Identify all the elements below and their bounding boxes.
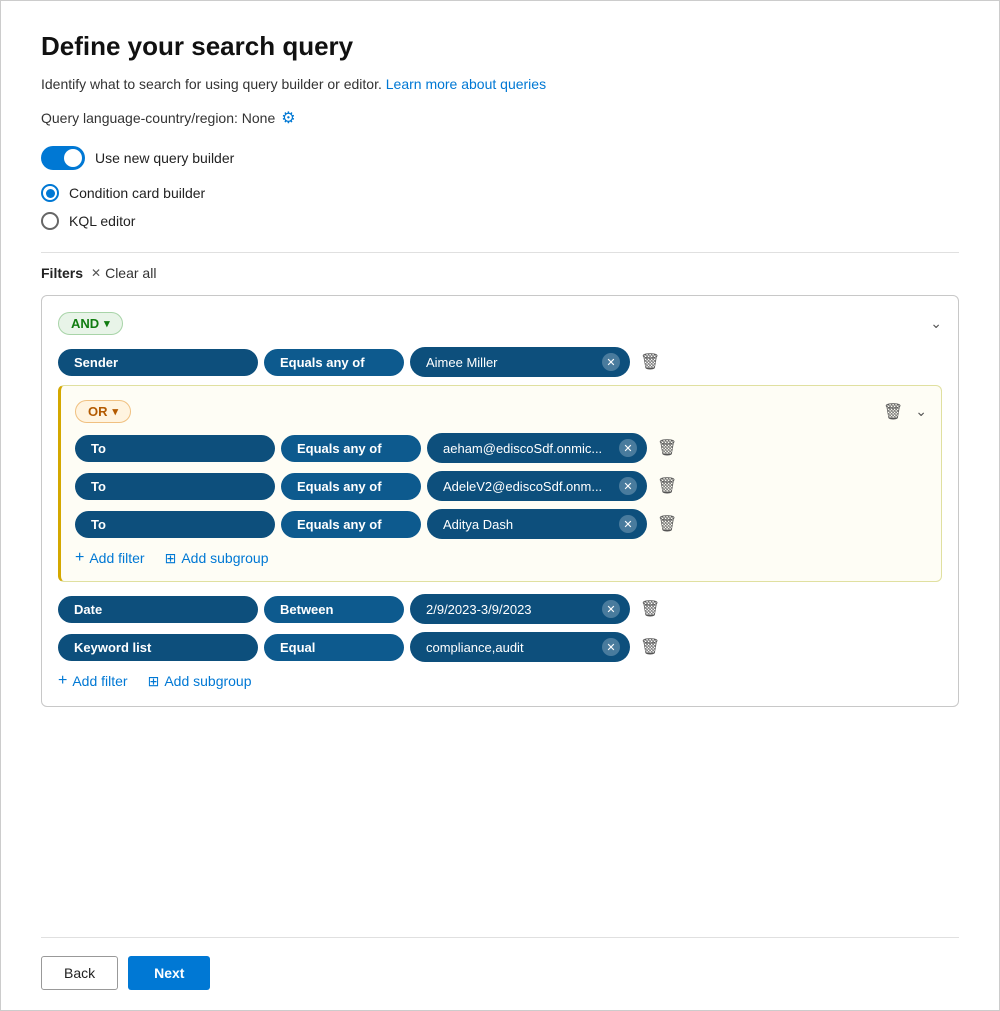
keyword-value-text: compliance,audit xyxy=(426,640,596,655)
root-add-filter-icon: + xyxy=(58,672,67,690)
and-chevron-icon: ▾ xyxy=(104,317,110,330)
to-operator-chip-3[interactable]: Equals any of xyxy=(281,511,421,538)
to-value-clear-btn-2[interactable]: ✕ xyxy=(619,477,637,495)
new-query-builder-toggle[interactable] xyxy=(41,146,85,170)
keyword-operator-chip[interactable]: Equal xyxy=(264,634,404,661)
and-collapse-icon[interactable]: ⌄ xyxy=(930,315,942,332)
clear-all-x-icon: ✕ xyxy=(91,266,101,280)
date-delete-btn[interactable]: 🗑 xyxy=(636,599,664,619)
or-subgroup-card: OR ▾ 🗑 ⌄ To Equals any of aeham@ediscoSd… xyxy=(58,385,942,582)
root-add-filter-btn[interactable]: + Add filter xyxy=(58,672,128,690)
date-filter-row: Date Between 2/9/2023-3/9/2023 ✕ 🗑 xyxy=(58,594,942,624)
to-filter-row-2: To Equals any of AdeleV2@ediscoSdf.onm..… xyxy=(75,471,927,501)
to-delete-btn-2[interactable]: 🗑 xyxy=(653,476,681,496)
radio-kql-editor-label: KQL editor xyxy=(69,213,135,229)
learn-more-link[interactable]: Learn more about queries xyxy=(386,76,546,92)
subgroup-controls: 🗑 ⌄ xyxy=(879,402,927,422)
to-field-chip-1[interactable]: To xyxy=(75,435,275,462)
and-logic-badge[interactable]: AND ▾ xyxy=(58,312,123,335)
page-description: Identify what to search for using query … xyxy=(41,76,959,92)
sender-filter-row: Sender Equals any of Aimee Miller ✕ 🗑 xyxy=(58,347,942,377)
radio-condition-card-btn[interactable] xyxy=(41,184,59,202)
root-add-subgroup-btn[interactable]: ⊞ Add subgroup xyxy=(148,673,252,690)
root-add-row: + Add filter ⊞ Add subgroup xyxy=(58,672,942,690)
to-filter-row-3: To Equals any of Aditya Dash ✕ 🗑 xyxy=(75,509,927,539)
query-builder-card: AND ▾ ⌄ Sender Equals any of Aimee Mille… xyxy=(41,295,959,707)
keyword-filter-row: Keyword list Equal compliance,audit ✕ 🗑 xyxy=(58,632,942,662)
sender-value-clear-btn[interactable]: ✕ xyxy=(602,353,620,371)
date-value-clear-btn[interactable]: ✕ xyxy=(602,600,620,618)
to-value-chip-3[interactable]: Aditya Dash ✕ xyxy=(427,509,647,539)
date-value-chip[interactable]: 2/9/2023-3/9/2023 ✕ xyxy=(410,594,630,624)
radio-condition-card-label: Condition card builder xyxy=(69,185,205,201)
subgroup-add-row: + Add filter ⊞ Add subgroup xyxy=(75,549,927,567)
subgroup-add-filter-icon: + xyxy=(75,549,84,567)
keyword-value-chip[interactable]: compliance,audit ✕ xyxy=(410,632,630,662)
to-delete-btn-1[interactable]: 🗑 xyxy=(653,438,681,458)
language-icon[interactable]: ⚙ xyxy=(281,108,295,128)
to-field-chip-2[interactable]: To xyxy=(75,473,275,500)
root-add-subgroup-icon: ⊞ xyxy=(148,673,160,690)
keyword-delete-btn[interactable]: 🗑 xyxy=(636,637,664,657)
to-value-chip-1[interactable]: aeham@ediscoSdf.onmic... ✕ xyxy=(427,433,647,463)
to-operator-chip-1[interactable]: Equals any of xyxy=(281,435,421,462)
subgroup-add-subgroup-icon: ⊞ xyxy=(165,550,177,567)
filters-row: Filters ✕ Clear all xyxy=(41,265,959,281)
back-button[interactable]: Back xyxy=(41,956,118,990)
subgroup-add-filter-btn[interactable]: + Add filter xyxy=(75,549,145,567)
date-operator-chip[interactable]: Between xyxy=(264,596,404,623)
subgroup-delete-btn[interactable]: 🗑 xyxy=(879,402,907,422)
toggle-row: Use new query builder xyxy=(41,146,959,170)
and-header: AND ▾ ⌄ xyxy=(58,312,942,335)
sender-value-text: Aimee Miller xyxy=(426,355,596,370)
sender-value-chip[interactable]: Aimee Miller ✕ xyxy=(410,347,630,377)
sender-delete-btn[interactable]: 🗑 xyxy=(636,352,664,372)
or-chevron-icon: ▾ xyxy=(113,405,119,418)
page-title: Define your search query xyxy=(41,31,959,62)
toggle-label: Use new query builder xyxy=(95,150,234,166)
sender-operator-chip[interactable]: Equals any of xyxy=(264,349,404,376)
subgroup-add-subgroup-btn[interactable]: ⊞ Add subgroup xyxy=(165,550,269,567)
query-language-row: Query language-country/region: None ⚙ xyxy=(41,108,959,128)
date-field-chip[interactable]: Date xyxy=(58,596,258,623)
sender-field-chip[interactable]: Sender xyxy=(58,349,258,376)
to-value-clear-btn-3[interactable]: ✕ xyxy=(619,515,637,533)
or-subgroup-header: OR ▾ 🗑 ⌄ xyxy=(75,400,927,423)
next-button[interactable]: Next xyxy=(128,956,210,990)
clear-all-button[interactable]: ✕ Clear all xyxy=(91,265,156,281)
to-delete-btn-3[interactable]: 🗑 xyxy=(653,514,681,534)
to-value-text-2: AdeleV2@ediscoSdf.onm... xyxy=(443,479,613,494)
or-logic-badge[interactable]: OR ▾ xyxy=(75,400,131,423)
to-value-text-3: Aditya Dash xyxy=(443,517,613,532)
to-value-chip-2[interactable]: AdeleV2@ediscoSdf.onm... ✕ xyxy=(427,471,647,501)
to-filter-row-1: To Equals any of aeham@ediscoSdf.onmic..… xyxy=(75,433,927,463)
to-value-clear-btn-1[interactable]: ✕ xyxy=(619,439,637,457)
bottom-actions: Back Next xyxy=(41,937,959,990)
radio-kql-editor-btn[interactable] xyxy=(41,212,59,230)
filters-label: Filters xyxy=(41,265,83,281)
to-operator-chip-2[interactable]: Equals any of xyxy=(281,473,421,500)
keyword-value-clear-btn[interactable]: ✕ xyxy=(602,638,620,656)
to-field-chip-3[interactable]: To xyxy=(75,511,275,538)
keyword-field-chip[interactable]: Keyword list xyxy=(58,634,258,661)
subgroup-collapse-icon[interactable]: ⌄ xyxy=(915,403,927,420)
date-value-text: 2/9/2023-3/9/2023 xyxy=(426,602,596,617)
radio-kql-editor[interactable]: KQL editor xyxy=(41,212,959,230)
radio-condition-card[interactable]: Condition card builder xyxy=(41,184,959,202)
to-value-text-1: aeham@ediscoSdf.onmic... xyxy=(443,441,613,456)
